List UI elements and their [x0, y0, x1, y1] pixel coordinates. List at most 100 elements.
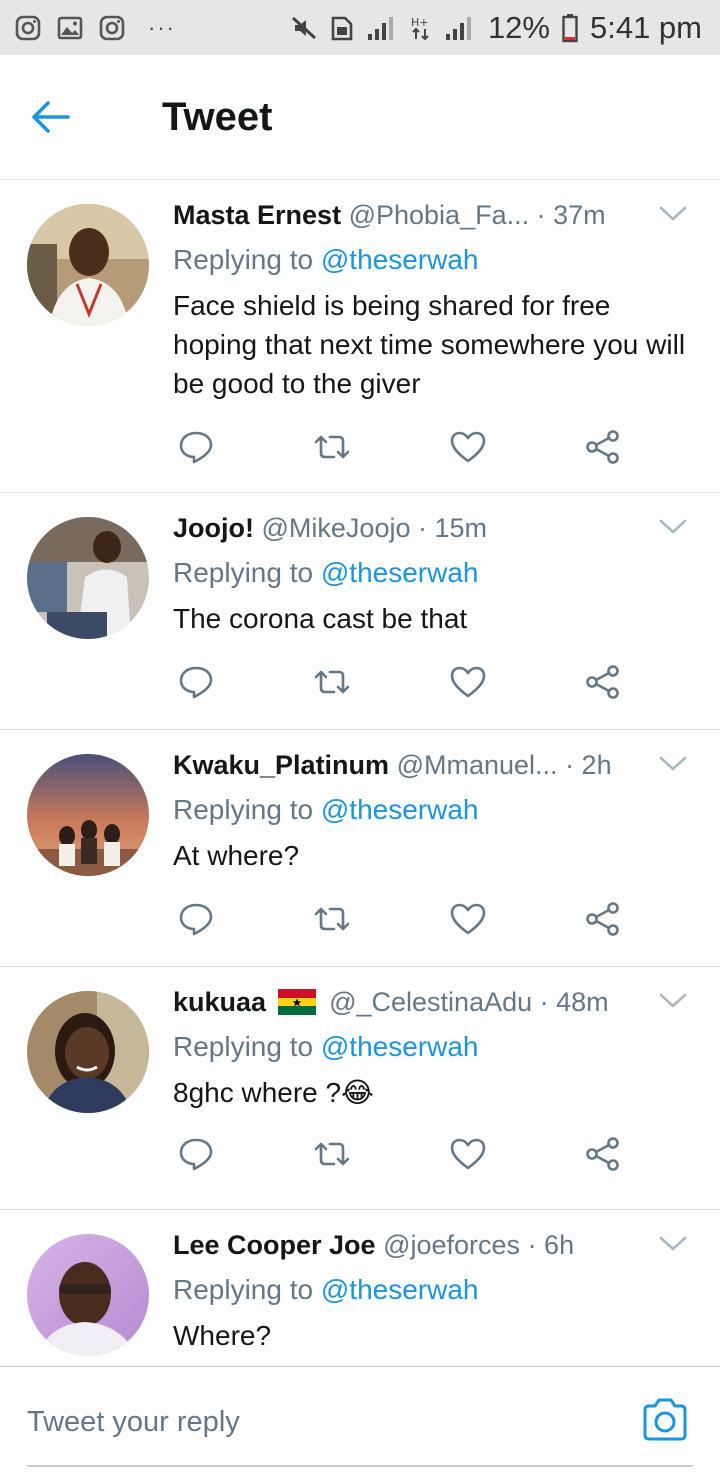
author-handle[interactable]: @MikeJoojo: [262, 513, 411, 543]
like-button[interactable]: [445, 1131, 491, 1177]
instagram-icon: [99, 15, 125, 40]
tweet-item[interactable]: Kwaku_Platinum @Mmanuel... · 2h Replying…: [0, 730, 720, 967]
arrow-left-icon: [32, 101, 70, 133]
retweet-icon: [314, 670, 350, 694]
avatar[interactable]: [27, 754, 149, 876]
avatar[interactable]: [27, 204, 149, 326]
replying-to-label: Replying to: [173, 1274, 321, 1305]
retweet-button[interactable]: [309, 1131, 355, 1177]
reply-composer: [0, 1366, 720, 1480]
chevron-down-icon[interactable]: [658, 204, 688, 224]
replying-to-line: Replying to @theserwah: [173, 244, 478, 276]
author-handle[interactable]: @joeforces: [383, 1230, 520, 1260]
back-button[interactable]: [30, 87, 100, 147]
tweet-time: · 15m: [418, 513, 488, 543]
avatar[interactable]: [27, 517, 149, 639]
retweet-icon: [314, 1142, 350, 1166]
tweet-actions: [173, 424, 633, 470]
retweet-button[interactable]: [309, 424, 355, 470]
tweet-actions: [173, 1131, 633, 1177]
status-bar: ··· H+ 12% 5:41 pm: [0, 0, 720, 55]
heart-icon: [450, 1138, 486, 1170]
share-icon: [586, 665, 619, 699]
share-button[interactable]: [580, 896, 626, 942]
retweet-icon: [314, 435, 350, 459]
reply-button[interactable]: [173, 659, 219, 705]
svg-text:H+: H+: [411, 16, 429, 29]
camera-button[interactable]: [640, 1395, 690, 1445]
replying-to-handle[interactable]: @theserwah: [321, 794, 479, 825]
heart-icon: [450, 666, 486, 698]
chevron-down-icon[interactable]: [658, 517, 688, 537]
share-button[interactable]: [580, 1131, 626, 1177]
tweet-item[interactable]: Joojo! @MikeJoojo · 15m Replying to @the…: [0, 493, 720, 730]
input-underline: [27, 1465, 693, 1467]
app-header: Tweet: [0, 55, 720, 180]
replying-to-label: Replying to: [173, 244, 321, 275]
tweet-text: At where?: [173, 840, 300, 871]
author-name[interactable]: Masta Ernest: [173, 200, 341, 230]
like-button[interactable]: [445, 896, 491, 942]
tweet-time: · 37m: [536, 200, 606, 230]
author-name[interactable]: Lee Cooper Joe: [173, 1230, 376, 1260]
share-button[interactable]: [580, 659, 626, 705]
replying-to-handle[interactable]: @theserwah: [321, 244, 479, 275]
tweet-item[interactable]: Lee Cooper Joe @joeforces · 6h Replying …: [0, 1210, 720, 1366]
avatar[interactable]: [27, 991, 149, 1113]
camera-icon: [643, 1398, 687, 1441]
replying-to-handle[interactable]: @theserwah: [321, 1031, 479, 1062]
tweet-text: 8ghc where ?😂: [173, 1077, 374, 1108]
tweet-item[interactable]: Masta Ernest @Phobia_Fa... · 37m Replyin…: [0, 180, 720, 493]
like-button[interactable]: [445, 659, 491, 705]
replying-to-handle[interactable]: @theserwah: [321, 1274, 479, 1305]
replying-to-label: Replying to: [173, 1031, 321, 1062]
ghana-flag-icon: [277, 988, 316, 1015]
data-icon: H+: [411, 16, 429, 40]
replying-to-line: Replying to @theserwah: [173, 794, 478, 826]
tweet-header: Kwaku_Platinum @Mmanuel... · 2h: [173, 750, 643, 790]
heart-icon: [450, 431, 486, 463]
reply-button[interactable]: [173, 424, 219, 470]
like-button[interactable]: [445, 424, 491, 470]
retweet-button[interactable]: [309, 896, 355, 942]
sim-icon: [331, 16, 353, 40]
replying-to-handle[interactable]: @theserwah: [321, 557, 479, 588]
mute-icon: [291, 16, 316, 39]
signal-icon: [445, 16, 471, 40]
share-icon: [586, 1137, 619, 1171]
reply-button[interactable]: [173, 896, 219, 942]
replying-to-line: Replying to @theserwah: [173, 1031, 478, 1063]
reply-icon: [179, 903, 213, 936]
tweet-actions: [173, 659, 633, 705]
tweet-text: Where?: [173, 1320, 272, 1351]
author-name[interactable]: kukuaa: [173, 987, 266, 1017]
author-handle[interactable]: @Mmanuel...: [397, 750, 558, 780]
author-name[interactable]: Joojo!: [173, 513, 254, 543]
reply-icon: [179, 431, 213, 464]
author-handle[interactable]: @Phobia_Fa...: [349, 200, 530, 230]
chevron-down-icon[interactable]: [658, 754, 688, 774]
share-button[interactable]: [580, 424, 626, 470]
tweet-header: Lee Cooper Joe @joeforces · 6h: [173, 1230, 643, 1270]
chevron-down-icon[interactable]: [658, 991, 688, 1011]
replying-to-line: Replying to @theserwah: [173, 1274, 478, 1306]
reply-input[interactable]: [27, 1397, 587, 1447]
replying-to-label: Replying to: [173, 557, 321, 588]
reply-feed[interactable]: Masta Ernest @Phobia_Fa... · 37m Replyin…: [0, 180, 720, 1366]
retweet-button[interactable]: [309, 659, 355, 705]
tweet-item[interactable]: kukuaa @_CelestinaAdu · 48m Replying to …: [0, 967, 720, 1210]
reply-icon: [179, 666, 213, 699]
instagram-icon: [15, 15, 41, 40]
author-handle[interactable]: @_CelestinaAdu: [329, 987, 532, 1017]
more-notifications-dots: ···: [148, 14, 176, 40]
author-name[interactable]: Kwaku_Platinum: [173, 750, 389, 780]
tweet-time: · 6h: [527, 1230, 575, 1260]
avatar[interactable]: [27, 1234, 149, 1356]
chevron-down-icon[interactable]: [658, 1234, 688, 1254]
share-icon: [586, 902, 619, 936]
reply-button[interactable]: [173, 1131, 219, 1177]
tweet-time: · 2h: [565, 750, 612, 780]
signal-icon: [367, 16, 393, 40]
tweet-header: Joojo! @MikeJoojo · 15m: [173, 513, 643, 553]
tweet-text: Face shield is being shared for free hop…: [173, 290, 686, 399]
